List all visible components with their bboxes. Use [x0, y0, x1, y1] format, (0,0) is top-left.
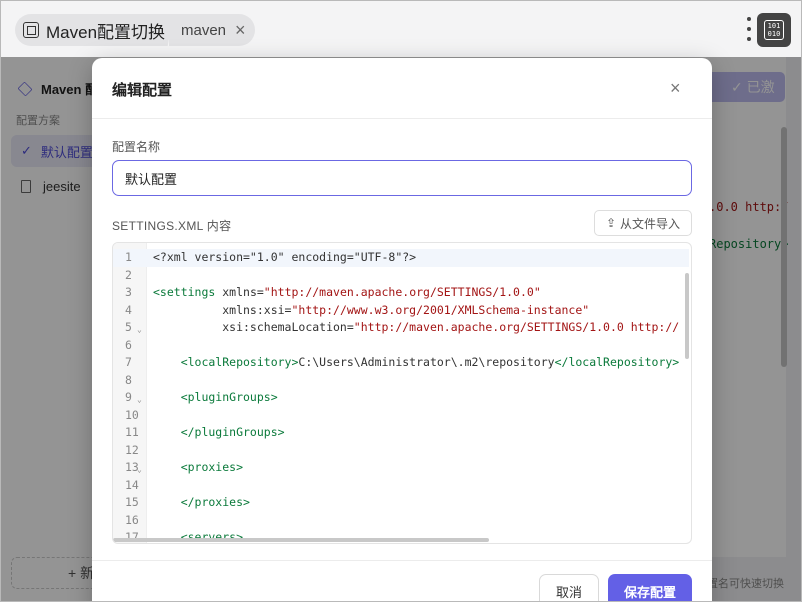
code-line[interactable]: 11 </pluginGroups> [113, 424, 689, 442]
code-text: <proxies> [147, 459, 243, 477]
xml-label: SETTINGS.XML 内容 [112, 219, 232, 233]
line-number: 15 [125, 495, 139, 509]
code-line[interactable]: 15 </proxies> [113, 494, 689, 512]
line-number: 9 ⌄ [113, 389, 147, 407]
code-line[interactable]: 10 [113, 407, 689, 425]
footer-divider [92, 560, 712, 561]
tab-maven[interactable]: maven × [169, 14, 255, 46]
code-text: <?xml version="1.0" encoding="UTF-8"?> [147, 249, 416, 267]
code-text: <settings xmlns="http://maven.apache.org… [147, 284, 541, 302]
code-token: C:\Users\Administrator\.m2\repository [298, 355, 555, 369]
line-number: 12 [125, 442, 139, 457]
divider [92, 118, 712, 119]
binary-app-button[interactable]: 101 010 [757, 13, 791, 47]
code-token: </pluginGroups> [153, 425, 285, 439]
code-token: <localRepository> [153, 355, 299, 369]
line-number: 1 [125, 250, 132, 264]
code-text: xmlns:xsi="http://www.w3.org/2001/XMLSch… [147, 302, 589, 320]
config-name-input[interactable] [112, 160, 692, 196]
code-line[interactable]: 2 [113, 267, 689, 285]
line-number: 6 [125, 337, 132, 352]
code-text: xsi:schemaLocation="http://maven.apache.… [147, 319, 679, 337]
name-label: 配置名称 [112, 140, 161, 154]
title-bar: Maven配置切换 maven × 101 010 [1, 1, 801, 57]
code-token: </localRepository> [554, 355, 680, 369]
code-token: </proxies> [153, 495, 250, 509]
code-line[interactable]: 13 ⌄ <proxies> [113, 459, 689, 477]
binary-icon: 101 010 [764, 20, 784, 40]
line-number: 8 [125, 372, 132, 387]
code-line[interactable]: 9 ⌄ <pluginGroups> [113, 389, 689, 407]
xml-editor[interactable]: 1 <?xml version="1.0" encoding="UTF-8"?> 2… [112, 242, 692, 544]
app-window: Maven配置切换 maven × 101 010 Maven 配 配置方案 ✓… [0, 0, 802, 602]
code-token: "http://maven.apache.org/SETTINGS/1.0.0" [263, 285, 541, 299]
tab-title: Maven配置切换 [46, 22, 166, 42]
more-menu-icon[interactable] [746, 17, 752, 41]
line-number: 2 [125, 267, 132, 282]
sub-tab-label: maven [181, 21, 227, 39]
code-line[interactable]: 14 [113, 477, 689, 495]
code-line[interactable]: 7 <localRepository>C:\Users\Administrato… [113, 354, 689, 372]
app-window-icon [23, 22, 39, 38]
line-number: 5 ⌄ [113, 319, 147, 337]
close-icon[interactable]: × [670, 78, 681, 99]
line-number: 7 [125, 355, 132, 369]
line-number: 3 [125, 285, 132, 299]
code-token: <pluginGroups> [153, 390, 278, 404]
code-lines: 1 <?xml version="1.0" encoding="UTF-8"?> 2… [113, 249, 689, 543]
editor-horizontal-scrollbar[interactable] [113, 538, 489, 542]
code-line[interactable]: 12 [113, 442, 689, 460]
line-number: 16 [125, 512, 139, 527]
code-text: </proxies> [147, 494, 250, 512]
code-token: <proxies> [153, 460, 244, 474]
line-number: 14 [125, 477, 139, 492]
code-line[interactable]: 8 [113, 372, 689, 390]
line-number: 10 [125, 407, 139, 422]
tab-maven-config[interactable]: Maven配置切换 [15, 14, 175, 46]
line-number: 4 [125, 302, 132, 317]
code-text: </pluginGroups> [147, 424, 285, 442]
editor-vertical-scrollbar[interactable] [685, 273, 689, 359]
import-from-file-button[interactable]: ⇪ 从文件导入 [594, 210, 692, 236]
code-text: <pluginGroups> [147, 389, 278, 407]
code-text: <localRepository>C:\Users\Administrator\… [147, 354, 680, 372]
code-token: "http://www.w3.org/2001/XMLSchema-instan… [291, 302, 590, 317]
save-config-button[interactable]: 保存配置 [608, 574, 692, 601]
code-token: xmlns= [222, 285, 264, 299]
code-line[interactable]: 3 <settings xmlns="http://maven.apache.or… [113, 284, 689, 302]
code-token: "http://maven.apache.org/SETTINGS/1.0.0 … [353, 320, 680, 334]
code-token: <settings [153, 285, 223, 299]
code-line[interactable]: 4 xmlns:xsi="http://www.w3.org/2001/XMLS… [113, 302, 689, 320]
code-line[interactable]: 5 ⌄ xsi:schemaLocation="http://maven.apac… [113, 319, 689, 337]
dialog-title: 编辑配置 [112, 82, 173, 99]
line-number: 11 [125, 425, 139, 439]
upload-icon: ⇪ [605, 216, 617, 230]
line-number: 13 ⌄ [113, 459, 147, 477]
close-tab-icon[interactable]: × [235, 21, 246, 39]
code-line[interactable]: 6 [113, 337, 689, 355]
edit-config-dialog: 编辑配置 × 配置名称 SETTINGS.XML 内容 ⇪ 从文件导入 1 <?x… [92, 58, 712, 601]
code-token: <?xml version="1.0" encoding="UTF-8"?> [153, 250, 417, 264]
code-line[interactable]: 16 [113, 512, 689, 530]
code-line[interactable]: 1 <?xml version="1.0" encoding="UTF-8"?> [113, 249, 689, 267]
code-token: xmlns:xsi= [153, 302, 292, 317]
cancel-button[interactable]: 取消 [539, 574, 599, 601]
code-token: xsi:schemaLocation= [153, 320, 354, 334]
import-label: 从文件导入 [620, 216, 681, 231]
